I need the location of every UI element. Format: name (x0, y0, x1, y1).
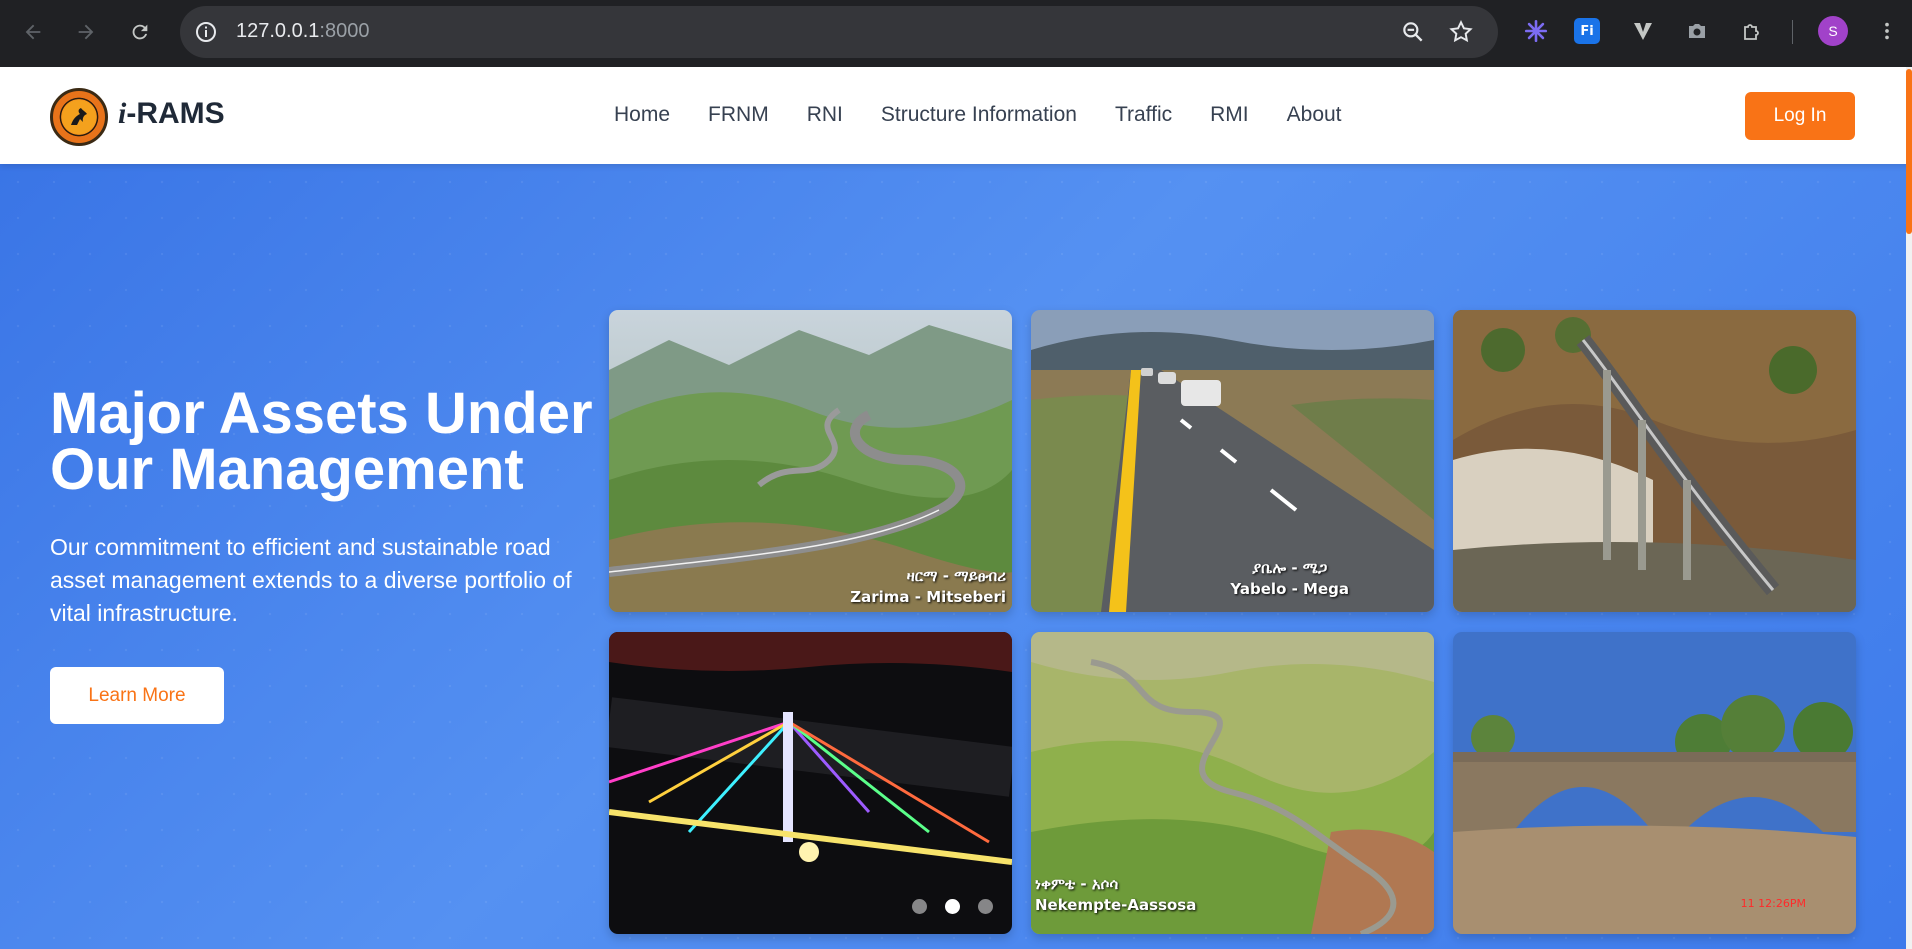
tile5-caption: ነቀምቴ - አሶሳ Nekempte-Aassosa (1035, 875, 1197, 914)
brand-name[interactable]: i-RAMS (118, 97, 225, 131)
back-button[interactable] (15, 14, 51, 50)
main-nav: Home FRNM RNI Structure Information Traf… (614, 103, 1380, 127)
nav-frnm[interactable]: FRNM (708, 103, 769, 127)
nav-structure-information[interactable]: Structure Information (881, 103, 1077, 127)
photo-timestamp: 11 12:26PM (1740, 897, 1806, 910)
login-button[interactable]: Log In (1745, 92, 1855, 140)
carousel-dot-3[interactable] (978, 899, 993, 914)
carousel-dots (912, 899, 993, 914)
learn-more-button[interactable]: Learn More (50, 667, 224, 724)
tile2-caption: ያቤሎ - ሜጋ Yabelo - Mega (1230, 559, 1349, 598)
spark-icon[interactable] (1521, 16, 1551, 46)
profile-avatar[interactable]: S (1818, 16, 1848, 46)
toolbar-separator (1792, 20, 1793, 44)
asset-image-valley-road[interactable]: ነቀምቴ - አሶሳ Nekempte-Aassosa (1031, 632, 1434, 934)
asset-image-night-bridge[interactable] (609, 632, 1012, 934)
asset-image-highway[interactable]: ያቤሎ - ሜጋ Yabelo - Mega (1031, 310, 1434, 612)
reload-icon (132, 24, 148, 40)
v-extension-icon[interactable] (1628, 16, 1658, 46)
nav-rmi[interactable]: RMI (1210, 103, 1249, 127)
hero-section: Major Assets Under Our Management Our co… (0, 164, 1912, 949)
more-menu-icon[interactable] (1872, 16, 1902, 46)
arrow-left-icon (25, 24, 41, 40)
forward-button[interactable] (68, 14, 104, 50)
reload-button[interactable] (122, 14, 158, 50)
fi-extension-icon[interactable]: Fi (1574, 18, 1600, 44)
bookmark-star-icon[interactable] (1448, 19, 1474, 45)
tile1-caption: ዛርማ - ማይፀብሪ Zarima - Mitseberi (850, 567, 1006, 606)
agency-logo[interactable] (50, 88, 108, 146)
nav-about[interactable]: About (1287, 103, 1342, 127)
url-text: 127.0.0.1:8000 (236, 20, 370, 42)
camera-icon[interactable] (1682, 16, 1712, 46)
site-info-icon[interactable] (194, 20, 218, 44)
zoom-out-icon[interactable] (1400, 19, 1426, 45)
web-page: i-RAMS Home FRNM RNI Structure Informati… (0, 67, 1912, 949)
carousel-dot-1[interactable] (912, 899, 927, 914)
nav-home[interactable]: Home (614, 103, 670, 127)
asset-image-arch-bridge[interactable]: 11 12:26PM (1453, 632, 1856, 934)
site-header: i-RAMS Home FRNM RNI Structure Informati… (0, 67, 1912, 164)
nav-rni[interactable]: RNI (807, 103, 843, 127)
scrollbar-thumb[interactable] (1906, 69, 1912, 234)
hero-title: Major Assets Under Our Management (50, 381, 593, 502)
address-bar[interactable]: 127.0.0.1:8000 (180, 6, 1498, 58)
hero-description: Our commitment to efficient and sustaina… (50, 534, 572, 626)
asset-image-gorge-bridge[interactable] (1453, 310, 1856, 612)
carousel-dot-2[interactable] (945, 899, 960, 914)
puzzle-icon[interactable] (1737, 16, 1767, 46)
arrow-right-icon (78, 24, 94, 40)
nav-traffic[interactable]: Traffic (1115, 103, 1172, 127)
asset-image-mountain-road[interactable]: ዛርማ - ማይፀብሪ Zarima - Mitseberi (609, 310, 1012, 612)
browser-toolbar: 127.0.0.1:8000 Fi S (0, 0, 1912, 67)
